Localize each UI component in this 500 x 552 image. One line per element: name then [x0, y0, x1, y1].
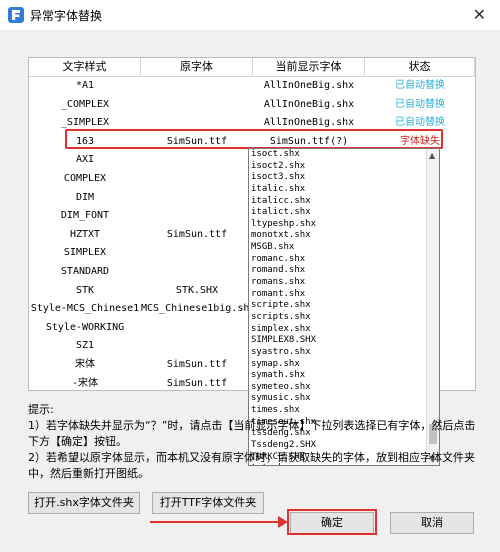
- table-row[interactable]: *A1 AllInOneBig.shx 已自动替换: [29, 77, 475, 95]
- cell-style: HZTXT: [69, 228, 101, 240]
- cell-style: DIM_FONT: [60, 210, 110, 222]
- cell-style: _COMPLEX: [60, 98, 110, 110]
- cell-original-font: [141, 263, 253, 281]
- tips-heading: 提示:: [28, 403, 54, 416]
- dropdown-option[interactable]: scripts.shx: [249, 312, 439, 324]
- close-icon[interactable]: ✕: [473, 5, 486, 24]
- dropdown-option[interactable]: isoct2.shx: [249, 161, 439, 173]
- cell-original-font: SimSun.ttf: [166, 377, 228, 389]
- dropdown-option[interactable]: syastro.shx: [249, 347, 439, 359]
- dropdown-option[interactable]: italic.shx: [249, 184, 439, 196]
- cell-original-font: [141, 244, 253, 262]
- table-row[interactable]: _COMPLEX AllInOneBig.shx 已自动替换: [29, 96, 475, 114]
- cell-style: SIMPLEX: [63, 247, 107, 259]
- open-ttf-folder-button[interactable]: 打开TTF字体文件夹: [152, 492, 264, 514]
- cell-style: SZ1: [75, 340, 95, 352]
- cell-status: 已自动替换: [395, 98, 445, 110]
- dropdown-option[interactable]: SIMPLEX8.SHX: [249, 335, 439, 347]
- dropdown-option[interactable]: romans.shx: [249, 277, 439, 289]
- cell-style: STANDARD: [60, 266, 110, 277]
- cell-original-font: SimSun.ttf: [166, 359, 228, 370]
- tips-section: 提示: 1）若字体缺失并显示为“？”时，请点击【当前显示字体】下拉列表选择已有字…: [28, 402, 478, 482]
- dropdown-option[interactable]: symeteo.shx: [249, 382, 439, 394]
- tips-line-2: 2）若希望以原字体显示，而本机又没有原字体时，请获取缺失的字体，放到相应字体文件…: [28, 451, 475, 480]
- cell-current-font[interactable]: AllInOneBig.shx: [253, 96, 365, 114]
- cell-original-font: MCS_Chinese1big.shx: [141, 303, 253, 315]
- table-header: 文字样式 原字体 当前显示字体 状态: [29, 58, 475, 77]
- cell-original-font: STK.SHX: [175, 284, 219, 296]
- column-header-original-font: 原字体: [141, 58, 253, 76]
- ok-button-highlight: [287, 509, 377, 535]
- cell-original-font: [141, 189, 253, 207]
- title-bar: 异常字体替换 ✕: [0, 0, 500, 30]
- cell-original-font: [141, 77, 253, 95]
- cancel-button[interactable]: 取消: [390, 512, 474, 534]
- missing-font-row-highlight: [65, 129, 443, 149]
- cell-original-font: [141, 319, 253, 337]
- column-header-style: 文字样式: [29, 58, 141, 76]
- dropdown-option[interactable]: symath.shx: [249, 370, 439, 382]
- dropdown-option[interactable]: romanc.shx: [249, 254, 439, 266]
- dropdown-option[interactable]: symap.shx: [249, 359, 439, 371]
- window-title: 异常字体替换: [30, 8, 103, 23]
- cell-original-font: SimSun.ttf: [166, 228, 228, 240]
- cell-original-font: [141, 337, 253, 355]
- dropdown-option[interactable]: ltypeshp.shx: [249, 219, 439, 231]
- cell-style: 宋体: [75, 359, 95, 370]
- pointer-arrow-icon: [150, 516, 288, 528]
- scroll-up-icon[interactable]: ▲: [429, 151, 435, 160]
- cell-style: COMPLEX: [63, 173, 107, 184]
- dropdown-option[interactable]: romand.shx: [249, 265, 439, 277]
- cell-style: AXI: [75, 154, 95, 166]
- cell-style: STK: [75, 284, 95, 296]
- cell-original-font: [141, 207, 253, 225]
- tips-line-1: 1）若字体缺失并显示为“？”时，请点击【当前显示字体】下拉列表选择已有字体，然后…: [28, 419, 476, 448]
- column-header-status: 状态: [365, 58, 475, 76]
- cell-style: Style-WORKING: [45, 321, 125, 333]
- cell-style: DIM: [75, 191, 95, 203]
- cell-style: Style-MCS_Chinese1: [30, 303, 140, 315]
- open-shx-folder-button[interactable]: 打开.shx字体文件夹: [28, 492, 140, 514]
- cell-status: 已自动替换: [395, 80, 445, 91]
- cell-style: *A1: [75, 80, 95, 91]
- column-header-current-font: 当前显示字体: [253, 58, 365, 76]
- cell-original-font: [141, 151, 253, 169]
- cell-original-font: [141, 170, 253, 188]
- dropdown-option[interactable]: romant.shx: [249, 289, 439, 301]
- cell-original-font: [141, 96, 253, 114]
- dropdown-option[interactable]: scripte.shx: [249, 300, 439, 312]
- dropdown-option[interactable]: italict.shx: [249, 207, 439, 219]
- dropdown-option[interactable]: isoct3.shx: [249, 172, 439, 184]
- dropdown-option[interactable]: isoct.shx: [249, 149, 439, 161]
- cell-current-font[interactable]: AllInOneBig.shx: [253, 77, 365, 95]
- app-icon: [8, 7, 24, 23]
- cell-style: -宋体: [71, 377, 99, 389]
- dropdown-option[interactable]: italicc.shx: [249, 196, 439, 208]
- dropdown-option[interactable]: monotxt.shx: [249, 230, 439, 242]
- dropdown-option[interactable]: MSGB.shx: [249, 242, 439, 254]
- dropdown-option[interactable]: simplex.shx: [249, 324, 439, 336]
